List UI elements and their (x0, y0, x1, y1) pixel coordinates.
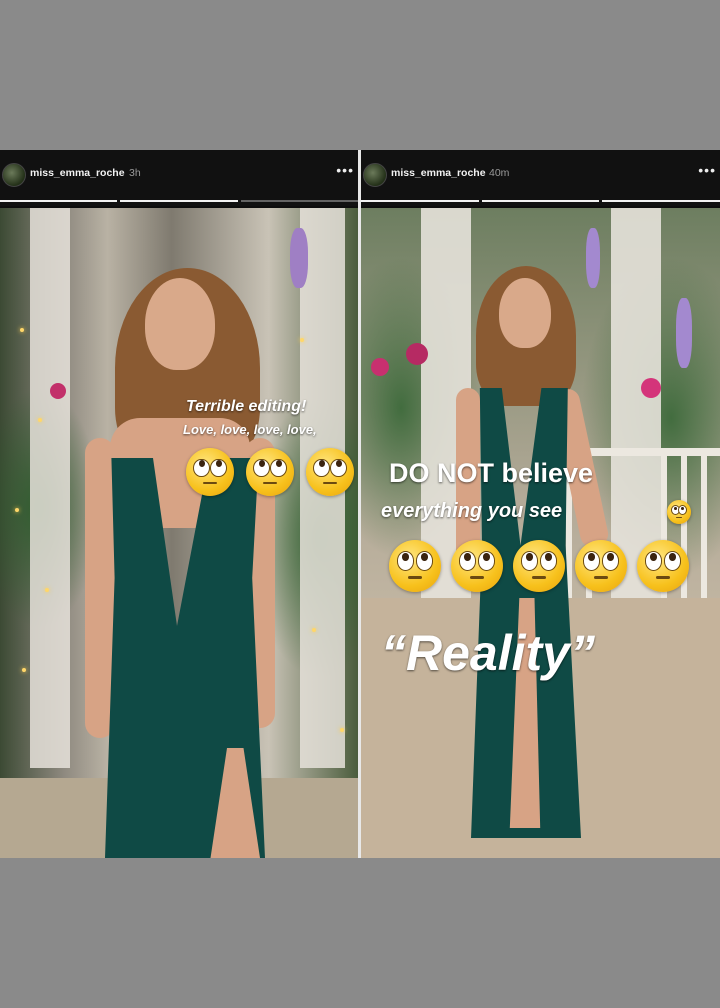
face-with-rolling-eyes-icon (451, 540, 503, 592)
face-with-rolling-eyes-icon (513, 540, 565, 592)
left-story-photo: Terrible editing! Love, love, love, love… (0, 208, 358, 858)
story-progress-bar (361, 200, 720, 202)
face-with-rolling-eyes-icon (637, 540, 689, 592)
story-comparison-collage: miss_emma_roche 3h ••• Terrible editing!… (0, 150, 720, 858)
caption-line: Love, love, love, love, (183, 422, 317, 437)
left-story: miss_emma_roche 3h ••• Terrible editing!… (0, 150, 358, 858)
caption-line: Terrible editing! (186, 398, 307, 415)
post-timestamp: 3h (129, 167, 141, 179)
caption-line: everything you see (381, 500, 563, 522)
more-options-icon[interactable]: ••• (336, 162, 354, 178)
emoji-row (389, 540, 689, 592)
face-with-rolling-eyes-icon (575, 540, 627, 592)
right-story: miss_emma_roche 40m ••• DO NOT believe e… (361, 150, 720, 858)
face-with-rolling-eyes-icon (186, 448, 234, 496)
more-options-icon[interactable]: ••• (698, 162, 716, 178)
username[interactable]: miss_emma_roche (30, 167, 125, 179)
emoji-row (186, 448, 354, 496)
avatar[interactable] (363, 163, 387, 187)
caption-line: “Reality” (381, 625, 595, 681)
right-story-header: miss_emma_roche 40m ••• (361, 150, 720, 206)
avatar[interactable] (2, 163, 26, 187)
username[interactable]: miss_emma_roche (391, 167, 486, 179)
face-with-rolling-eyes-icon (246, 448, 294, 496)
caption-line: DO NOT believe (389, 458, 594, 488)
right-story-photo: DO NOT believe everything you see “Reali… (361, 208, 720, 858)
face-with-rolling-eyes-icon (389, 540, 441, 592)
story-progress-bar (0, 200, 358, 202)
face-with-rolling-eyes-icon (667, 500, 691, 524)
left-story-header: miss_emma_roche 3h ••• (0, 150, 358, 206)
face-with-rolling-eyes-icon (306, 448, 354, 496)
post-timestamp: 40m (489, 167, 510, 179)
